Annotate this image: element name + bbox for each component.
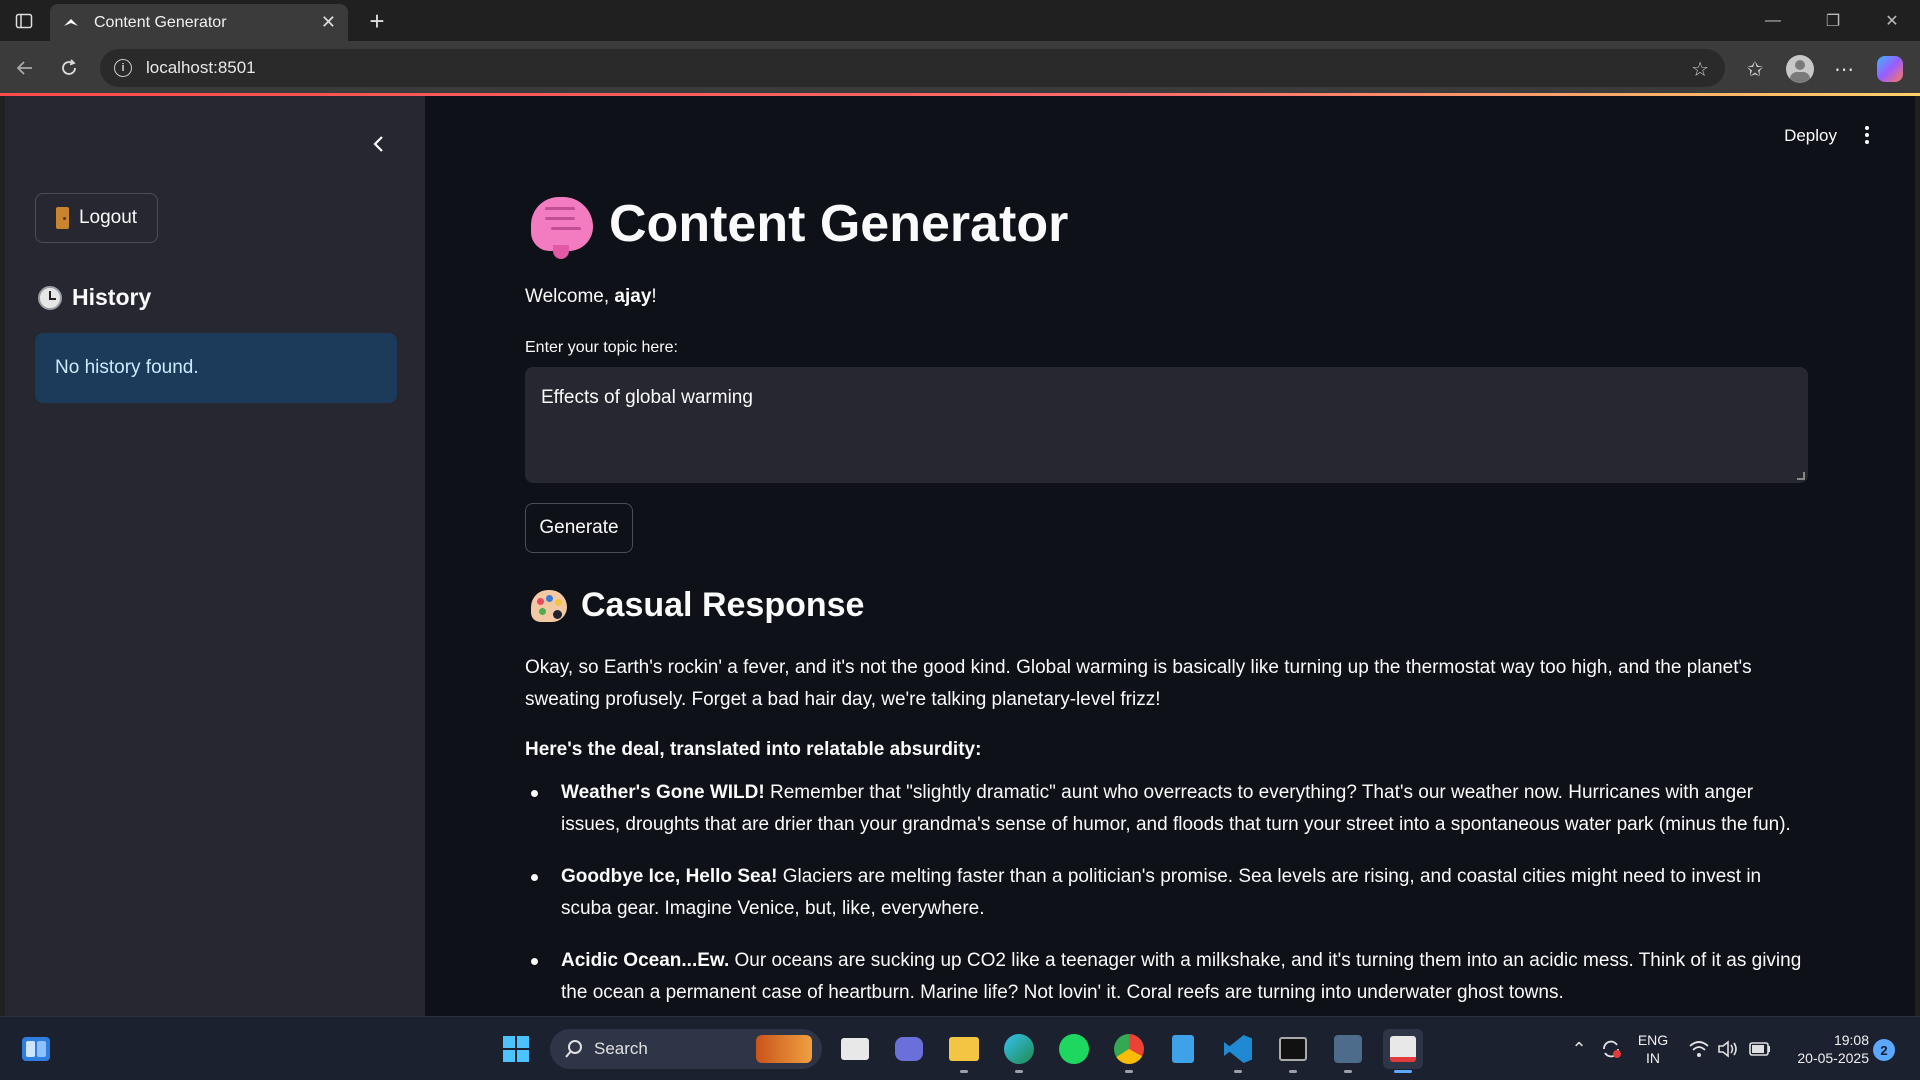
search-label: Search — [594, 1039, 648, 1058]
more-options-icon[interactable]: ⋯ — [1827, 52, 1861, 86]
terminal-icon[interactable] — [1273, 1029, 1313, 1073]
python-app-icon[interactable] — [1328, 1029, 1368, 1073]
new-tab-icon[interactable]: + — [360, 4, 394, 38]
window-close-icon[interactable]: ✕ — [1864, 0, 1920, 41]
sidebar: Logout History No history found. — [5, 96, 425, 1016]
spotify-icon[interactable] — [1054, 1029, 1094, 1069]
vscode-icon[interactable] — [1218, 1029, 1258, 1073]
search-highlight-icon — [756, 1035, 812, 1063]
region-code: IN — [1646, 1050, 1660, 1066]
streamlit-favicon-icon — [64, 18, 78, 26]
point-title: Goodbye Ice, Hello Sea! — [561, 866, 778, 887]
tab-actions-icon[interactable] — [0, 0, 48, 41]
copilot-icon[interactable] — [1873, 52, 1907, 86]
page-title-row: Content Generator — [531, 194, 1069, 259]
topic-label: Enter your topic here: — [525, 339, 678, 356]
topic-value: Effects of global warming — [541, 387, 753, 408]
browser-tab[interactable]: Content Generator ✕ — [50, 4, 348, 41]
list-item: Weather's Gone WILD! Remember that "slig… — [525, 777, 1809, 841]
tab-close-icon[interactable]: ✕ — [321, 12, 336, 33]
battery-icon[interactable] — [1740, 1029, 1780, 1069]
list-item: Goodbye Ice, Hello Sea! Glaciers are mel… — [525, 861, 1809, 925]
username: ajay — [614, 286, 652, 307]
main-menu-icon[interactable] — [1857, 122, 1877, 148]
teams-meet-icon[interactable] — [889, 1029, 929, 1069]
clock-date: 20-05-2025 — [1797, 1050, 1869, 1066]
deploy-button[interactable]: Deploy — [1784, 126, 1837, 146]
clock-time: 19:08 — [1833, 1032, 1869, 1048]
minimize-icon[interactable]: — — [1745, 0, 1801, 41]
point-text: Our oceans are sucking up CO2 like a tee… — [561, 950, 1802, 1003]
favorite-star-icon[interactable]: ☆ — [1691, 57, 1709, 82]
welcome-prefix: Welcome, — [525, 286, 615, 307]
history-empty-text: No history found. — [55, 357, 199, 378]
response-intro: Okay, so Earth's rockin' a fever, and it… — [525, 657, 1752, 710]
notepad-icon[interactable] — [1163, 1029, 1203, 1069]
favorites-icon[interactable]: ✩ — [1738, 52, 1772, 86]
page-title: Content Generator — [609, 195, 1069, 253]
palette-icon — [531, 589, 567, 622]
deal-heading-wrap: Here's the deal, translated into relatab… — [525, 734, 1809, 766]
logout-button[interactable]: Logout — [35, 193, 158, 243]
start-icon[interactable] — [496, 1029, 536, 1069]
resize-handle-icon[interactable] — [1797, 472, 1805, 480]
history-title: History — [72, 284, 152, 310]
list-item: Acidic Ocean...Ew. Our oceans are suckin… — [525, 945, 1809, 1009]
back-icon[interactable] — [8, 51, 42, 85]
point-title: Weather's Gone WILD! — [561, 782, 765, 803]
language-code: ENG — [1637, 1032, 1669, 1048]
generate-button[interactable]: Generate — [525, 503, 633, 553]
language-indicator[interactable]: ENG IN — [1630, 1031, 1676, 1067]
history-heading: History — [38, 284, 151, 311]
widgets-icon[interactable] — [16, 1029, 56, 1069]
welcome-message: Welcome, ajay! — [525, 286, 657, 308]
address-bar-row: i localhost:8501 ☆ — [0, 41, 1920, 94]
edge-icon[interactable] — [999, 1029, 1039, 1073]
welcome-suffix: ! — [651, 286, 657, 307]
door-icon — [55, 207, 69, 229]
clock[interactable]: 19:08 20-05-2025 — [1781, 1031, 1869, 1067]
snipping-tool-icon[interactable] — [1383, 1029, 1423, 1073]
clock-icon — [38, 285, 62, 310]
collapse-sidebar-icon[interactable] — [365, 130, 393, 158]
main-area: Deploy Content Generator Welcome, ajay! … — [425, 96, 1915, 1016]
point-title: Acidic Ocean...Ew. — [561, 950, 730, 971]
sync-icon[interactable] — [1591, 1029, 1631, 1069]
profile-avatar-icon[interactable] — [1783, 52, 1817, 86]
task-view-icon[interactable] — [835, 1029, 875, 1069]
history-info-box: No history found. — [35, 333, 397, 403]
deal-heading: Here's the deal, translated into relatab… — [525, 739, 982, 760]
tab-title: Content Generator — [94, 13, 227, 31]
taskbar: Search ⌃ ENG IN 19:08 20-05-2025 2 — [0, 1016, 1920, 1080]
reload-icon[interactable] — [52, 51, 86, 85]
taskbar-search[interactable]: Search — [550, 1029, 822, 1069]
url-field[interactable]: i localhost:8501 ☆ — [100, 49, 1725, 87]
notification-badge[interactable]: 2 — [1873, 1039, 1895, 1061]
file-explorer-icon[interactable] — [944, 1029, 984, 1073]
site-info-icon[interactable]: i — [114, 59, 132, 77]
logout-label: Logout — [78, 207, 138, 228]
url-text: localhost:8501 — [146, 58, 256, 77]
response-points: Weather's Gone WILD! Remember that "slig… — [525, 777, 1809, 1016]
topic-input[interactable]: Effects of global warming — [525, 367, 1808, 483]
search-icon — [565, 1040, 582, 1058]
response-title: Casual Response — [581, 586, 865, 624]
response-heading: Casual Response — [531, 586, 864, 625]
brain-icon — [531, 197, 593, 259]
chrome-icon[interactable] — [1109, 1029, 1149, 1073]
restore-icon[interactable]: ❐ — [1805, 0, 1861, 41]
